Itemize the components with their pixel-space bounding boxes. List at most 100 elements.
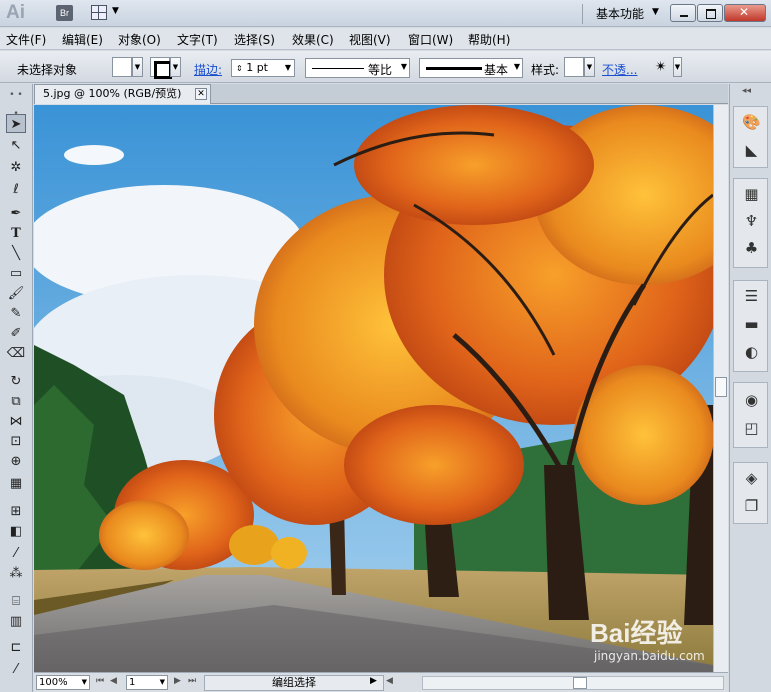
selection-tool-icon[interactable]: ➤ [6, 114, 26, 133]
watermark-brand: Bai经验 [590, 618, 683, 648]
menu-edit[interactable]: 编辑(E) [62, 31, 103, 48]
eyedropper-tool-icon[interactable]: ⁄ [6, 544, 26, 563]
stroke-icon[interactable]: ☰ [742, 287, 761, 306]
graphic-style-dropdown[interactable]: ▼ [584, 57, 595, 77]
panel-grip-icon[interactable]: • • • [6, 86, 26, 119]
page-field[interactable]: 1 ▼ [126, 675, 168, 690]
column-graph-tool-icon[interactable]: ▥ [6, 612, 26, 631]
menu-view[interactable]: 视图(V) [349, 31, 391, 48]
chevron-down-icon[interactable]: ▼ [401, 62, 407, 71]
brushes-icon[interactable]: ♆ [742, 212, 761, 231]
tools-panel: • • • ➤ ↖ ✲ ℓ ✒ T ╲ ▭ 🖌 ✎ ✐ ⌫ ↻ ⧉ ⋈ ⊡ ⊕ … [0, 84, 33, 692]
chevron-down-icon[interactable]: ▼ [160, 676, 165, 689]
watermark-url: jingyan.baidu.com [594, 649, 705, 663]
chevron-down-icon[interactable]: ▼ [82, 676, 87, 689]
workspace-switcher[interactable]: 基本功能 [596, 5, 644, 22]
graphic-style-swatch[interactable] [564, 57, 584, 77]
artboards-icon[interactable]: ❐ [742, 497, 761, 516]
chevron-down-icon[interactable]: ▼ [285, 60, 291, 76]
stroke-weight-field[interactable]: ⇕ 1 pt ▼ [231, 59, 295, 77]
horizontal-scrollbar[interactable] [422, 676, 724, 690]
swatch-panel-group: ▦ ♆ ♣ [733, 178, 768, 268]
stepper-icon[interactable]: ⇕ [236, 64, 243, 73]
scroll-thumb[interactable] [715, 377, 727, 397]
menu-select[interactable]: 选择(S) [234, 31, 275, 48]
graphic-styles-icon[interactable]: ◰ [742, 419, 761, 438]
blob-brush-tool-icon[interactable]: ✐ [6, 324, 26, 343]
status-tool-field[interactable]: 编组选择 [204, 675, 384, 691]
opacity-link[interactable]: 不透... [602, 61, 637, 78]
close-button[interactable] [724, 4, 766, 22]
type-tool-icon[interactable]: T [6, 224, 26, 243]
pencil-tool-icon[interactable]: ✎ [6, 304, 26, 323]
appearance-panel-group: ◉ ◰ [733, 382, 768, 448]
artboard-tool-icon[interactable]: ⊏ [6, 638, 26, 657]
appearance-icon[interactable]: ◉ [742, 391, 761, 410]
brush-definition[interactable]: 基本 ▼ [419, 58, 523, 78]
next-page-icon[interactable]: ▶ [174, 676, 181, 686]
mesh-tool-icon[interactable]: ⊞ [6, 502, 26, 521]
menu-window[interactable]: 窗口(W) [408, 31, 453, 48]
symbols-icon[interactable]: ♣ [742, 239, 761, 258]
first-page-icon[interactable]: ⏮ [96, 676, 104, 686]
free-transform-tool-icon[interactable]: ⊡ [6, 432, 26, 451]
menu-type[interactable]: 文字(T) [177, 31, 218, 48]
scroll-thumb[interactable] [573, 677, 587, 689]
menu-effect[interactable]: 效果(C) [292, 31, 334, 48]
menu-file[interactable]: 文件(F) [6, 31, 46, 48]
menu-help[interactable]: 帮助(H) [468, 31, 510, 48]
chevron-down-icon[interactable]: ▼ [652, 7, 659, 17]
magic-wand-tool-icon[interactable]: ✲ [6, 158, 26, 177]
wand-dropdown[interactable]: ▼ [673, 57, 682, 77]
gradient-tool-icon[interactable]: ◧ [6, 522, 26, 541]
color-palette-icon[interactable]: 🎨 [742, 113, 761, 132]
pen-tool-icon[interactable]: ✒ [6, 204, 26, 223]
last-page-icon[interactable]: ⏭ [188, 676, 196, 686]
line-tool-icon[interactable]: ╲ [6, 244, 26, 263]
rectangle-tool-icon[interactable]: ▭ [6, 264, 26, 283]
dock-grip-icon[interactable]: ◂◂ [742, 86, 751, 96]
gradient-icon[interactable]: ▬ [742, 315, 761, 334]
prev-page-icon[interactable]: ◀ [110, 676, 117, 686]
document-tab-bar: 5.jpg @ 100% (RGB/预览) ✕ [34, 84, 728, 104]
perspective-grid-tool-icon[interactable]: ▦ [6, 474, 26, 493]
paintbrush-tool-icon[interactable]: 🖌 [6, 284, 26, 303]
status-menu-arrow-icon[interactable]: ▶ [370, 676, 377, 686]
document-tab[interactable]: 5.jpg @ 100% (RGB/预览) ✕ [34, 84, 211, 104]
chevron-down-icon[interactable]: ▼ [112, 6, 119, 16]
direct-selection-tool-icon[interactable]: ↖ [6, 136, 26, 155]
layers-icon[interactable]: ◈ [742, 469, 761, 488]
bridge-icon[interactable]: Br [56, 5, 73, 21]
lasso-tool-icon[interactable]: ℓ [6, 180, 26, 199]
title-bar: Ai Br ▼ 基本功能 ▼ [0, 0, 771, 27]
arrange-documents-icon[interactable] [91, 5, 107, 20]
minimize-button[interactable] [670, 4, 696, 22]
menu-object[interactable]: 对象(O) [118, 31, 161, 48]
eraser-tool-icon[interactable]: ⌫ [6, 344, 26, 363]
maximize-button[interactable] [697, 4, 723, 22]
swatches-icon[interactable]: ▦ [742, 185, 761, 204]
rotate-tool-icon[interactable]: ↻ [6, 372, 26, 391]
transparency-icon[interactable]: ◐ [742, 343, 761, 362]
chevron-down-icon[interactable]: ▼ [514, 62, 520, 71]
stroke-swatch[interactable] [150, 57, 172, 79]
close-icon[interactable]: ✕ [195, 88, 207, 100]
scroll-left-icon[interactable]: ◀ [386, 676, 393, 686]
variable-width-profile[interactable]: 等比 ▼ [305, 58, 410, 78]
symbol-sprayer-tool-icon[interactable]: ⌸ [6, 592, 26, 611]
blend-tool-icon[interactable]: ⁂ [6, 564, 26, 583]
color-panel-group: 🎨 ◣ [733, 106, 768, 168]
artwork-canvas[interactable]: Bai经验 jingyan.baidu.com [34, 105, 713, 672]
wand-icon[interactable]: ✴ [655, 59, 667, 75]
zoom-field[interactable]: 100% ▼ [36, 675, 90, 690]
width-tool-icon[interactable]: ⋈ [6, 412, 26, 431]
fill-swatch[interactable] [112, 57, 132, 77]
vertical-scrollbar[interactable] [713, 105, 728, 672]
shape-builder-tool-icon[interactable]: ⊕ [6, 452, 26, 471]
slice-tool-icon[interactable]: ⁄ [6, 660, 26, 679]
scale-tool-icon[interactable]: ⧉ [6, 392, 26, 411]
stroke-dropdown[interactable]: ▼ [170, 57, 181, 77]
color-guide-icon[interactable]: ◣ [742, 141, 761, 160]
stroke-link[interactable]: 描边: [194, 61, 222, 78]
fill-dropdown[interactable]: ▼ [132, 57, 143, 77]
